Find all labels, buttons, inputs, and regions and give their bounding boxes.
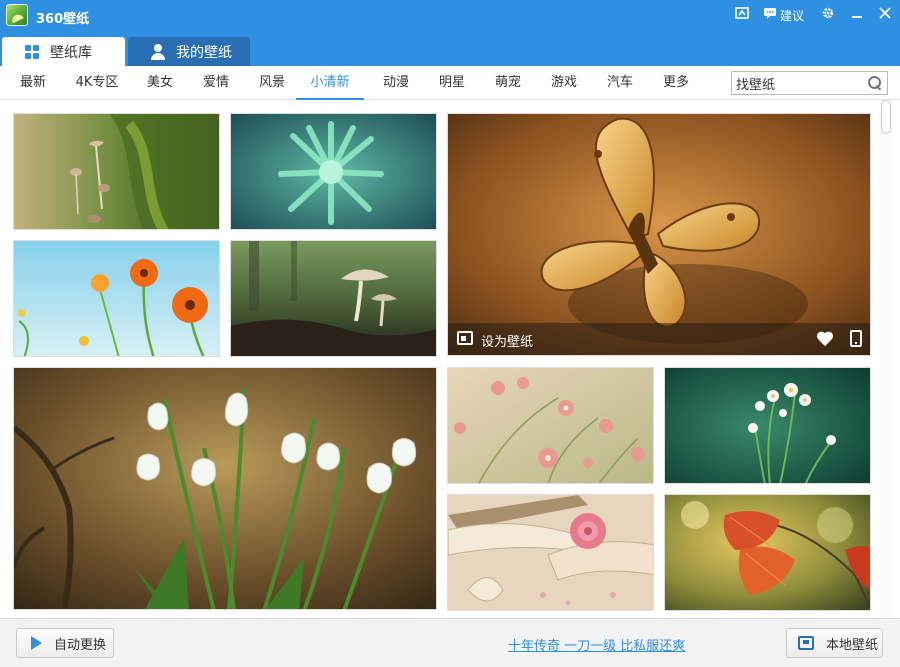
local-wallpaper-label: 本地壁纸 — [826, 637, 879, 653]
search-input[interactable] — [732, 72, 862, 94]
app-logo — [6, 4, 28, 26]
close-icon[interactable] — [878, 6, 892, 24]
wallpaper-thumb-white-wildflowers[interactable] — [664, 367, 871, 484]
wallpaper-image — [231, 114, 436, 229]
category-4k[interactable]: 4K专区 — [72, 66, 122, 100]
set-wallpaper-button[interactable]: 设为壁纸 — [481, 331, 533, 350]
main-tab-bar: 壁纸库 我的壁纸 — [0, 32, 900, 66]
search-box — [731, 71, 888, 95]
local-wallpaper-button[interactable]: 本地壁纸 — [786, 628, 883, 658]
category-love[interactable]: 爱情 — [198, 66, 234, 100]
wallpaper-thumb-snowdrops[interactable] — [13, 367, 437, 610]
wallpaper-thumb-forest-mushroom[interactable] — [230, 240, 437, 357]
heart-icon[interactable] — [816, 330, 834, 348]
user-icon — [150, 43, 166, 60]
local-wallpaper-icon — [798, 636, 814, 650]
set-wallpaper-icon[interactable] — [457, 331, 473, 345]
category-cars[interactable]: 汽车 — [602, 66, 638, 100]
wallpaper-image — [14, 368, 436, 609]
tab-my-wallpapers[interactable]: 我的壁纸 — [128, 37, 250, 66]
minimize-icon[interactable] — [850, 6, 864, 24]
category-anime[interactable]: 动漫 — [378, 66, 414, 100]
tab-label: 壁纸库 — [50, 44, 92, 61]
feedback-label[interactable]: 建议 — [780, 7, 804, 24]
category-beauty[interactable]: 美女 — [142, 66, 178, 100]
scrollbar[interactable] — [880, 100, 892, 618]
promo-link[interactable]: 十年传奇 一刀一级 比私服还爽 — [508, 635, 685, 654]
app-title: 360壁纸 — [36, 12, 90, 27]
tab-wallpaper-library[interactable]: 壁纸库 — [2, 37, 125, 66]
category-scenery[interactable]: 风景 — [254, 66, 290, 100]
category-more[interactable]: 更多 — [658, 66, 694, 100]
wallpaper-grid: 设为壁纸 — [0, 100, 900, 618]
wallpaper-action-bar: 设为壁纸 — [448, 323, 870, 355]
wallpaper-image — [448, 368, 653, 483]
feedback-icon[interactable] — [762, 6, 778, 24]
wallpaper-image — [665, 368, 870, 483]
wallpaper-image — [665, 495, 870, 610]
settings-gear-icon[interactable] — [820, 6, 836, 24]
auto-change-button[interactable]: 自动更换 — [16, 628, 114, 658]
wallpaper-thumb-orange-flowers[interactable] — [13, 240, 220, 357]
auto-change-label: 自动更换 — [54, 637, 107, 653]
wallpaper-thumb-butterfly[interactable]: 设为壁纸 — [447, 113, 871, 356]
wallpaper-image — [14, 114, 219, 229]
wallpaper-image — [448, 114, 870, 355]
wallpaper-thumb-autumn-leaves[interactable] — [664, 494, 871, 611]
category-latest[interactable]: 最新 — [14, 66, 52, 100]
wallpaper-image — [14, 241, 219, 356]
tab-label: 我的壁纸 — [176, 44, 232, 61]
title-bar: 360壁纸 建议 — [0, 0, 900, 32]
scrollbar-thumb[interactable] — [881, 100, 891, 134]
search-icon[interactable] — [867, 75, 883, 91]
play-icon — [31, 636, 42, 650]
category-fresh[interactable]: 小清新 — [296, 66, 364, 100]
wallpaper-thumb-pink-blossoms[interactable] — [447, 367, 654, 484]
category-stars[interactable]: 明星 — [434, 66, 470, 100]
bottom-bar: 自动更换 十年传奇 一刀一级 比私服还爽 本地壁纸 — [0, 618, 900, 667]
grid-icon — [24, 44, 40, 60]
wallpaper-image — [448, 495, 653, 610]
category-pets[interactable]: 萌宠 — [490, 66, 526, 100]
skin-icon[interactable] — [734, 6, 750, 24]
wallpaper-thumb-book-rose[interactable] — [447, 494, 654, 611]
phone-icon[interactable] — [850, 330, 862, 347]
category-games[interactable]: 游戏 — [546, 66, 582, 100]
wallpaper-thumb-green-succulent[interactable] — [230, 113, 437, 230]
wallpaper-image — [231, 241, 436, 356]
wallpaper-thumb-mushrooms-moss[interactable] — [13, 113, 220, 230]
